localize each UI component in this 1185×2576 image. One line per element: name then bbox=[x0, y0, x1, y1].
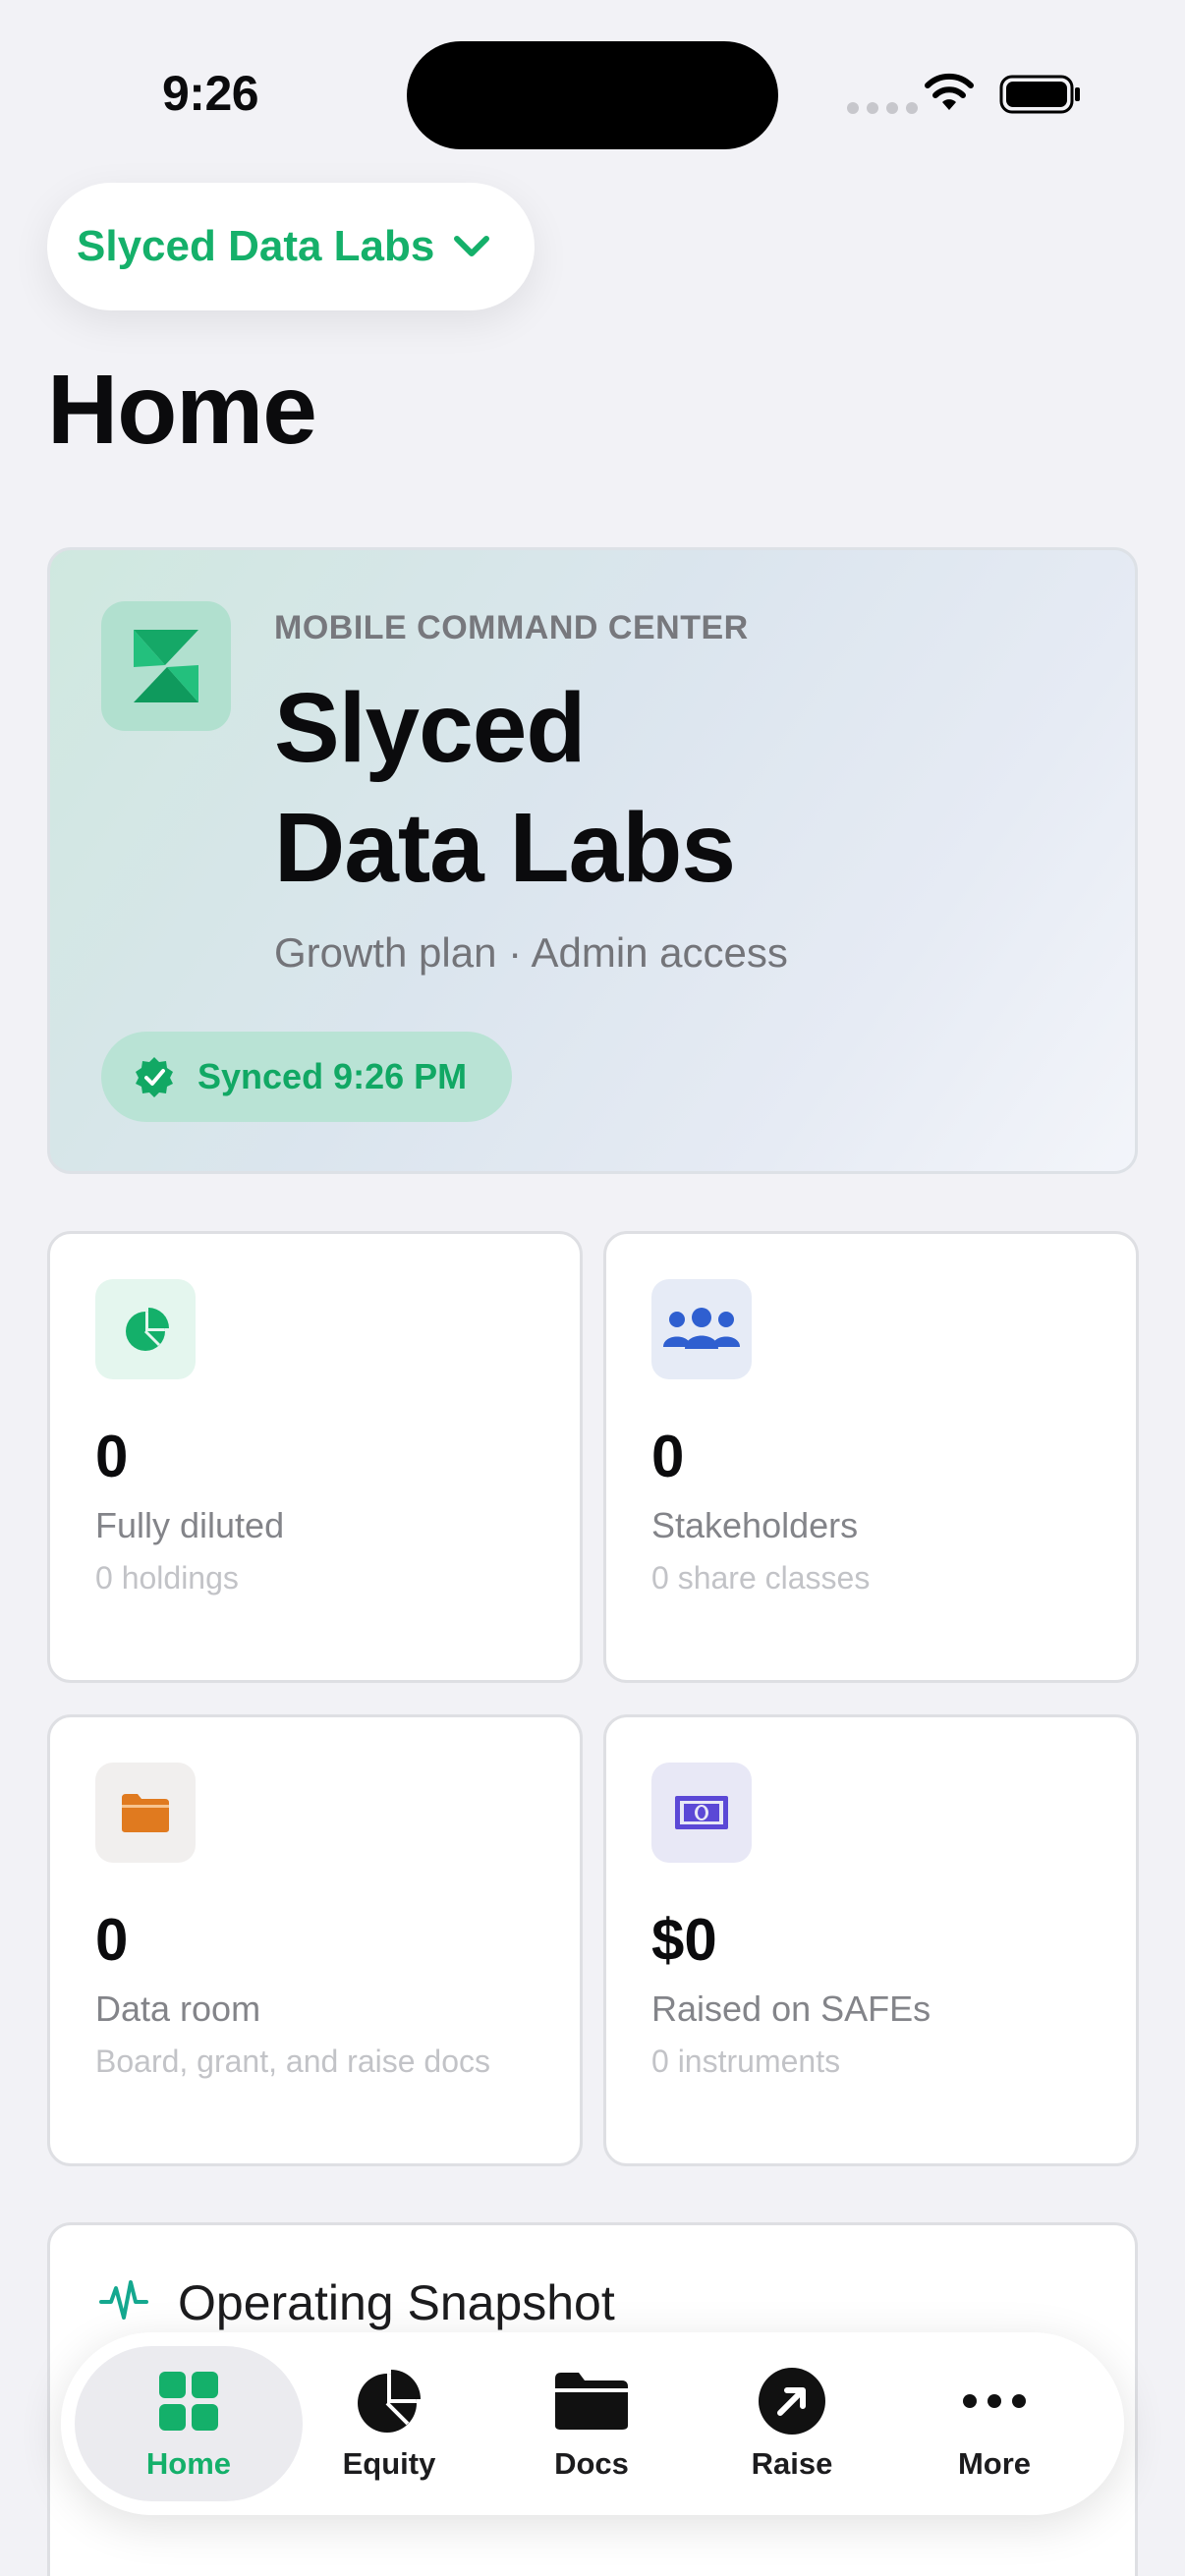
chevron-down-icon bbox=[454, 236, 490, 256]
org-switcher-button[interactable]: Slyced Data Labs bbox=[47, 183, 535, 310]
snapshot-title: Operating Snapshot bbox=[178, 2275, 615, 2330]
stat-label: Stakeholders bbox=[651, 1505, 859, 1545]
stat-label: Raised on SAFEs bbox=[651, 1988, 931, 2029]
company-name-line2: Data Labs bbox=[274, 793, 736, 903]
stat-card-raised-safes[interactable]: $0 Raised on SAFEs 0 instruments bbox=[603, 1714, 1139, 2166]
tab-label: Raise bbox=[751, 2446, 833, 2481]
stat-value: 0 bbox=[95, 1907, 129, 1973]
stat-value: 0 bbox=[95, 1424, 129, 1489]
company-name-line1: Slyced bbox=[274, 673, 586, 783]
stat-subtext: 0 instruments bbox=[651, 2044, 841, 2079]
tab-equity[interactable]: Equity bbox=[275, 2346, 503, 2501]
status-bar: 9:26 bbox=[0, 0, 1185, 177]
tab-label: Home bbox=[145, 2446, 232, 2481]
slyced-logo-icon bbox=[134, 630, 198, 702]
stat-card-data-room[interactable]: 0 Data room Board, grant, and raise docs bbox=[47, 1714, 583, 2166]
company-logo bbox=[101, 601, 231, 731]
tab-home[interactable]: Home bbox=[75, 2346, 303, 2501]
verified-badge-icon bbox=[136, 1057, 173, 1097]
stat-card-stakeholders[interactable]: 0 Stakeholders 0 share classes bbox=[603, 1231, 1139, 1683]
banknote-icon bbox=[651, 1763, 752, 1863]
company-name: Slyced Data Labs bbox=[274, 668, 1060, 908]
sync-status-label: Synced 9:26 PM bbox=[198, 1056, 468, 1096]
tab-docs[interactable]: Docs bbox=[478, 2346, 705, 2501]
org-switcher-label: Slyced Data Labs bbox=[77, 222, 435, 270]
tab-more[interactable]: More bbox=[880, 2346, 1108, 2501]
stat-value: $0 bbox=[651, 1907, 717, 1973]
folder-icon bbox=[553, 2366, 630, 2436]
company-hero-card: MOBILE COMMAND CENTER Slyced Data Labs G… bbox=[47, 547, 1138, 1174]
arrow-up-right-icon bbox=[758, 2366, 826, 2436]
folder-icon bbox=[95, 1763, 196, 1863]
status-time: 9:26 bbox=[162, 66, 259, 121]
stat-value: 0 bbox=[651, 1424, 685, 1489]
tab-bar: Home Equity Docs Raise More bbox=[61, 2332, 1124, 2515]
pie-chart-icon bbox=[95, 1279, 196, 1379]
stat-label: Data room bbox=[95, 1988, 261, 2029]
tab-raise[interactable]: Raise bbox=[678, 2346, 906, 2501]
stat-card-fully-diluted[interactable]: 0 Fully diluted 0 holdings bbox=[47, 1231, 583, 1683]
hero-eyebrow: MOBILE COMMAND CENTER bbox=[274, 609, 749, 646]
pie-chart-icon bbox=[355, 2366, 423, 2436]
ellipsis-icon bbox=[962, 2366, 1027, 2436]
tab-label: More bbox=[957, 2446, 1032, 2481]
stat-label: Fully diluted bbox=[95, 1505, 285, 1545]
grid-icon bbox=[157, 2366, 220, 2436]
tab-label: Docs bbox=[554, 2446, 629, 2481]
cellular-signal-icon bbox=[847, 102, 918, 114]
sync-status-badge: Synced 9:26 PM bbox=[101, 1032, 512, 1122]
page-title: Home bbox=[47, 355, 317, 465]
dynamic-island bbox=[407, 41, 778, 149]
battery-icon bbox=[999, 75, 1080, 114]
pulse-icon bbox=[99, 2280, 148, 2320]
wifi-icon bbox=[925, 73, 974, 110]
plan-access-text: Growth plan · Admin access bbox=[274, 929, 788, 976]
stat-subtext: 0 share classes bbox=[651, 1560, 871, 1596]
people-icon bbox=[651, 1279, 752, 1379]
stat-subtext: 0 holdings bbox=[95, 1560, 239, 1596]
stat-subtext: Board, grant, and raise docs bbox=[95, 2044, 491, 2079]
tab-label: Equity bbox=[342, 2446, 436, 2481]
